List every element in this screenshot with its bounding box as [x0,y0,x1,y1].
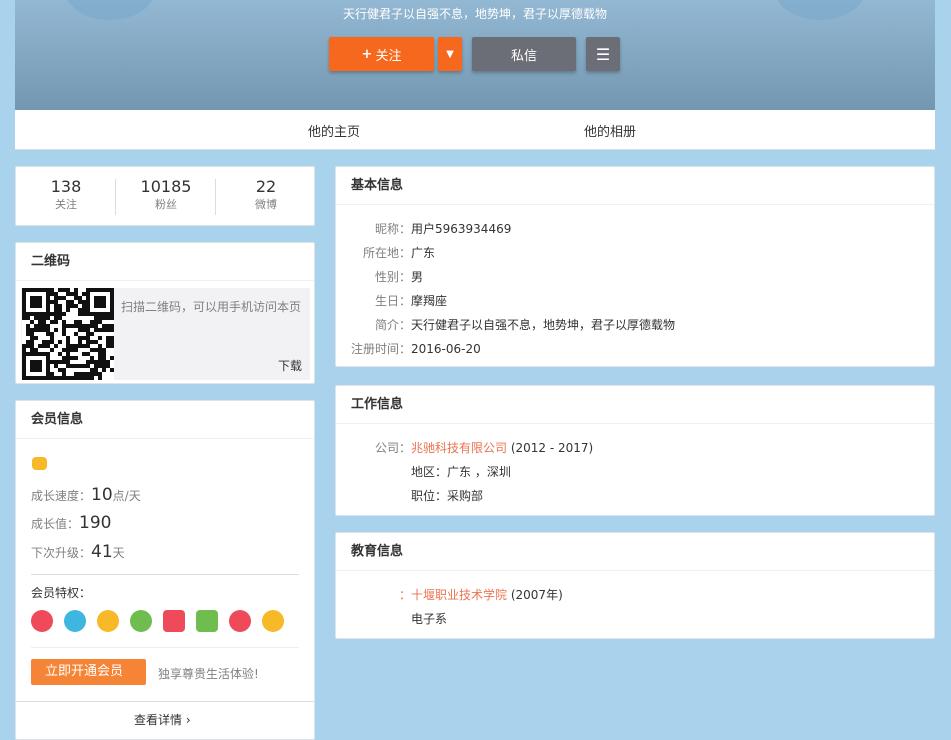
follow-button[interactable]: + 关注 [329,37,434,71]
privilege-icon[interactable] [196,610,218,632]
department-row: 电子系 [411,612,448,626]
next-upgrade: 下次升级：41天 [31,542,125,562]
card-title: 会员信息 [16,401,314,439]
education-info-card: 教育信息 ：十堰职业技术学院 (2007年) 电子系 [335,532,935,639]
info-row: 生日：摩羯座 [336,292,447,309]
info-label: 生日： [374,294,411,308]
plus-icon: + [361,46,373,62]
member-slogan: 独享尊贵生活体验! [158,667,259,681]
privilege-icon[interactable] [97,610,119,632]
company-link[interactable]: 兆驰科技有限公司 [411,441,507,455]
school-link[interactable]: 十堰职业技术学院 [411,588,507,602]
tab-album[interactable]: 他的相册 [584,121,636,140]
stat-following[interactable]: 138 关注 [16,177,116,212]
stat-value: 22 [255,177,277,196]
region-row: 地区：广东 ，深圳 [411,465,511,479]
info-value: 2016-06-20 [411,342,481,356]
company-row: 公司：兆驰科技有限公司 (2012 - 2017) [374,441,594,455]
qr-download-link[interactable]: 下载 [278,357,302,374]
info-row: 昵称：用户5963934469 [336,220,511,237]
info-label: 简介： [374,318,411,332]
stat-label: 微博 [255,198,277,211]
tab-home[interactable]: 他的主页 [308,121,360,140]
privilege-icon[interactable] [31,610,53,632]
member-level-icon [32,457,47,470]
open-membership-button[interactable]: 立即开通会员 [31,659,146,685]
privileges-label: 会员特权： [31,586,92,600]
view-details-link[interactable]: 查看详情 › [134,711,191,728]
basic-info-card: 基本信息 昵称：用户5963934469 所在地：广东 性别：男 生日：摩羯座 简介：天… [335,166,935,367]
privilege-icon[interactable] [130,610,152,632]
profile-banner: 天行健君子以自强不息，地势坤，君子以厚德载物 + 关注 ▼ 私信 ☰ [15,0,935,110]
follow-dropdown-button[interactable]: ▼ [438,37,462,71]
stat-value: 10185 [140,177,192,196]
menu-button[interactable]: ☰ [586,37,620,71]
card-title: 工作信息 [336,386,934,424]
card-title: 基本信息 [336,167,934,205]
info-value: 广东 [411,246,436,260]
privilege-icon[interactable] [229,610,251,632]
profile-motto: 天行健君子以自强不息，地势坤，君子以厚德载物 [342,7,607,21]
info-label: 昵称： [374,222,411,236]
stat-label: 粉丝 [155,198,177,211]
caret-down-icon: ▼ [446,48,454,60]
info-value: 天行健君子以自强不息，地势坤，君子以厚德载物 [411,318,676,332]
info-label: 注册时间： [350,342,411,356]
stats-card: 138 关注 10185 粉丝 22 微博 [15,166,315,226]
follow-label: 关注 [375,48,402,64]
card-title: 二维码 [16,243,314,281]
member-card: 会员信息 成长速度：10点/天 成长值：190 下次升级：41天 会员特权： 立… [15,400,315,740]
info-row: 简介：天行健君子以自强不息，地势坤，君子以厚德载物 [336,316,675,333]
qr-hint: 扫描二维码，可以用手机访问本页 [121,300,302,314]
qr-code-image [22,288,114,380]
growth-value: 成长值：190 [31,513,112,533]
info-label: 性别： [374,270,411,284]
privilege-icon[interactable] [163,610,185,632]
info-row: 注册时间：2016-06-20 [336,340,481,357]
qr-card: 二维码 扫描二维码，可以用手机访问本页 下载 [15,242,315,384]
info-value: 男 [411,270,424,284]
stat-fans[interactable]: 10185 粉丝 [116,177,216,212]
stat-value: 138 [50,177,82,196]
info-row: 性别：男 [336,268,423,285]
info-label: 所在地： [362,246,411,260]
chevron-right-icon: › [185,713,191,727]
card-title: 教育信息 [336,533,934,571]
hamburger-icon: ☰ [595,44,611,64]
privilege-icon[interactable] [64,610,86,632]
growth-speed: 成长速度：10点/天 [31,485,141,505]
message-button[interactable]: 私信 [472,37,576,71]
stat-label: 关注 [55,198,77,211]
work-info-card: 工作信息 公司：兆驰科技有限公司 (2012 - 2017) 地区：广东 ，深圳… [335,385,935,516]
info-value: 用户5963934469 [411,222,512,236]
privilege-icon[interactable] [262,610,284,632]
school-row: ：十堰职业技术学院 (2007年) [399,588,563,602]
info-row: 所在地：广东 [336,244,435,261]
info-value: 摩羯座 [411,294,448,308]
stat-weibo[interactable]: 22 微博 [216,177,316,212]
position-row: 职位：采购部 [411,489,484,503]
profile-nav: 他的主页 他的相册 [15,110,935,150]
